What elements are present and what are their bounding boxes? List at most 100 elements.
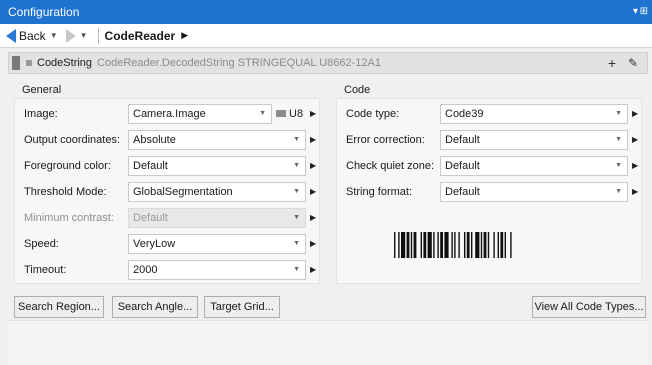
chevron-down-icon: ▼ [615,136,622,143]
foreground-color-link-arrow-icon[interactable]: ▶ [310,156,316,176]
check-quiet-zone-link-arrow-icon[interactable]: ▶ [632,156,638,176]
string-format-select[interactable]: Default ▼ [440,182,628,202]
chevron-down-icon: ▼ [293,214,300,221]
barcode-bar [493,232,495,258]
barcode-image [394,232,512,258]
back-history-dropdown-icon[interactable]: ▼ [50,31,58,40]
forward-arrow-icon [65,28,76,43]
check-quiet-zone-value: Default [445,160,480,172]
image-value: Camera.Image [133,108,206,120]
add-icon[interactable]: + [603,54,621,72]
chevron-down-icon: ▼ [615,188,622,195]
string-format-label: String format: [346,186,413,198]
threshold-mode-select[interactable]: GlobalSegmentation ▼ [128,182,306,202]
barcode-bar [444,232,449,258]
barcode-bar [454,232,456,258]
speed-link-arrow-icon[interactable]: ▶ [310,234,316,254]
barcode-bar [475,232,480,258]
barcode-bar [471,232,473,258]
chevron-down-icon: ▼ [259,110,266,117]
threshold-mode-value: GlobalSegmentation [133,186,233,198]
view-all-code-types-button[interactable]: View All Code Types... [532,296,646,318]
barcode-bar [398,232,400,258]
minimum-contrast-link-arrow-icon[interactable]: ▶ [310,208,316,228]
foreground-color-select[interactable]: Default ▼ [128,156,306,176]
threshold-mode-label: Threshold Mode: [24,186,107,198]
edit-pencil-icon[interactable]: ✎ [625,54,641,72]
minimum-contrast-label: Minimum contrast: [24,212,114,224]
code-group-title: Code [344,84,371,96]
code-type-link-arrow-icon[interactable]: ▶ [632,104,638,124]
error-correction-value: Default [445,134,480,146]
barcode-bar [437,232,439,258]
chevron-down-icon: ▼ [293,266,300,273]
breadcrumb-codereader[interactable]: CodeReader [105,29,176,43]
barcode-bar [433,232,435,258]
output-coordinates-select[interactable]: Absolute ▼ [128,130,306,150]
error-correction-select[interactable]: Default ▼ [440,130,628,150]
barcode-bar [423,232,427,258]
code-type-select[interactable]: Code39 ▼ [440,104,628,124]
window-title-bar: Configuration ▾ ⊞ [0,0,652,24]
barcode-bar [497,232,499,258]
back-arrow-icon[interactable] [6,28,16,43]
string-format-link-arrow-icon[interactable]: ▶ [632,182,638,202]
tool-name: CodeString [37,57,93,69]
bottom-panel [8,320,648,365]
tool-color-marker [12,56,20,70]
barcode-bar [401,232,406,258]
foreground-color-value: Default [133,160,168,172]
barcode-bar [394,232,396,258]
string-format-value: Default [445,186,480,198]
image-link-arrow-icon[interactable]: ▶ [310,104,316,124]
chevron-down-icon: ▼ [615,110,622,117]
timeout-label: Timeout: [24,264,67,276]
barcode-bar [464,232,466,258]
nav-separator [97,27,99,44]
tool-expression: CodeReader.DecodedString STRINGEQUAL U86… [97,57,381,69]
barcode-bar [420,232,422,258]
image-type-value: U8 [289,108,304,120]
pin-icon[interactable]: ⊞ [640,0,648,24]
general-group-title: General [22,84,62,96]
search-region-button[interactable]: Search Region... [14,296,104,318]
breadcrumb-chevron-right-icon[interactable]: ▶ [181,30,188,41]
check-quiet-zone-select[interactable]: Default ▼ [440,156,628,176]
barcode-bar [483,232,487,258]
minimum-contrast-select: Default ▼ [128,208,306,228]
window-menu-chevron-icon[interactable]: ▾ [633,0,638,24]
speed-select[interactable]: VeryLow ▼ [128,234,306,254]
tool-grip-icon [26,60,32,66]
error-correction-label: Error correction: [346,134,425,146]
barcode-bar [500,232,504,258]
timeout-link-arrow-icon[interactable]: ▶ [310,260,316,280]
minimum-contrast-value: Default [133,212,168,224]
barcode-bar [451,232,453,258]
tool-header: CodeString CodeReader.DecodedString STRI… [8,52,648,74]
back-button[interactable]: Back [19,29,46,43]
speed-label: Speed: [24,238,59,250]
code-type-value: Code39 [445,108,484,120]
navigation-bar: Back ▼ ▼ CodeReader ▶ [0,24,652,48]
timeout-value: 2000 [133,264,158,276]
target-grid-button[interactable]: Target Grid... [204,296,280,318]
timeout-input[interactable]: 2000 ▼ [128,260,306,280]
barcode-bar [440,232,443,258]
output-coordinates-label: Output coordinates: [24,134,121,146]
barcode-bar [410,232,413,258]
window-title: Configuration [8,5,80,19]
output-coordinates-link-arrow-icon[interactable]: ▶ [310,130,316,150]
chevron-down-icon: ▼ [615,162,622,169]
code-type-label: Code type: [346,108,400,120]
barcode-bar [504,232,506,258]
search-angle-button[interactable]: Search Angle... [112,296,198,318]
barcode-bar [487,232,490,258]
chevron-down-icon: ▼ [293,240,300,247]
threshold-mode-link-arrow-icon[interactable]: ▶ [310,182,316,202]
barcode-bar [480,232,483,258]
barcode-bar [510,232,512,258]
error-correction-link-arrow-icon[interactable]: ▶ [632,130,638,150]
image-select[interactable]: Camera.Image ▼ [128,104,272,124]
chevron-down-icon: ▼ [293,162,300,169]
barcode-bar [413,232,417,258]
